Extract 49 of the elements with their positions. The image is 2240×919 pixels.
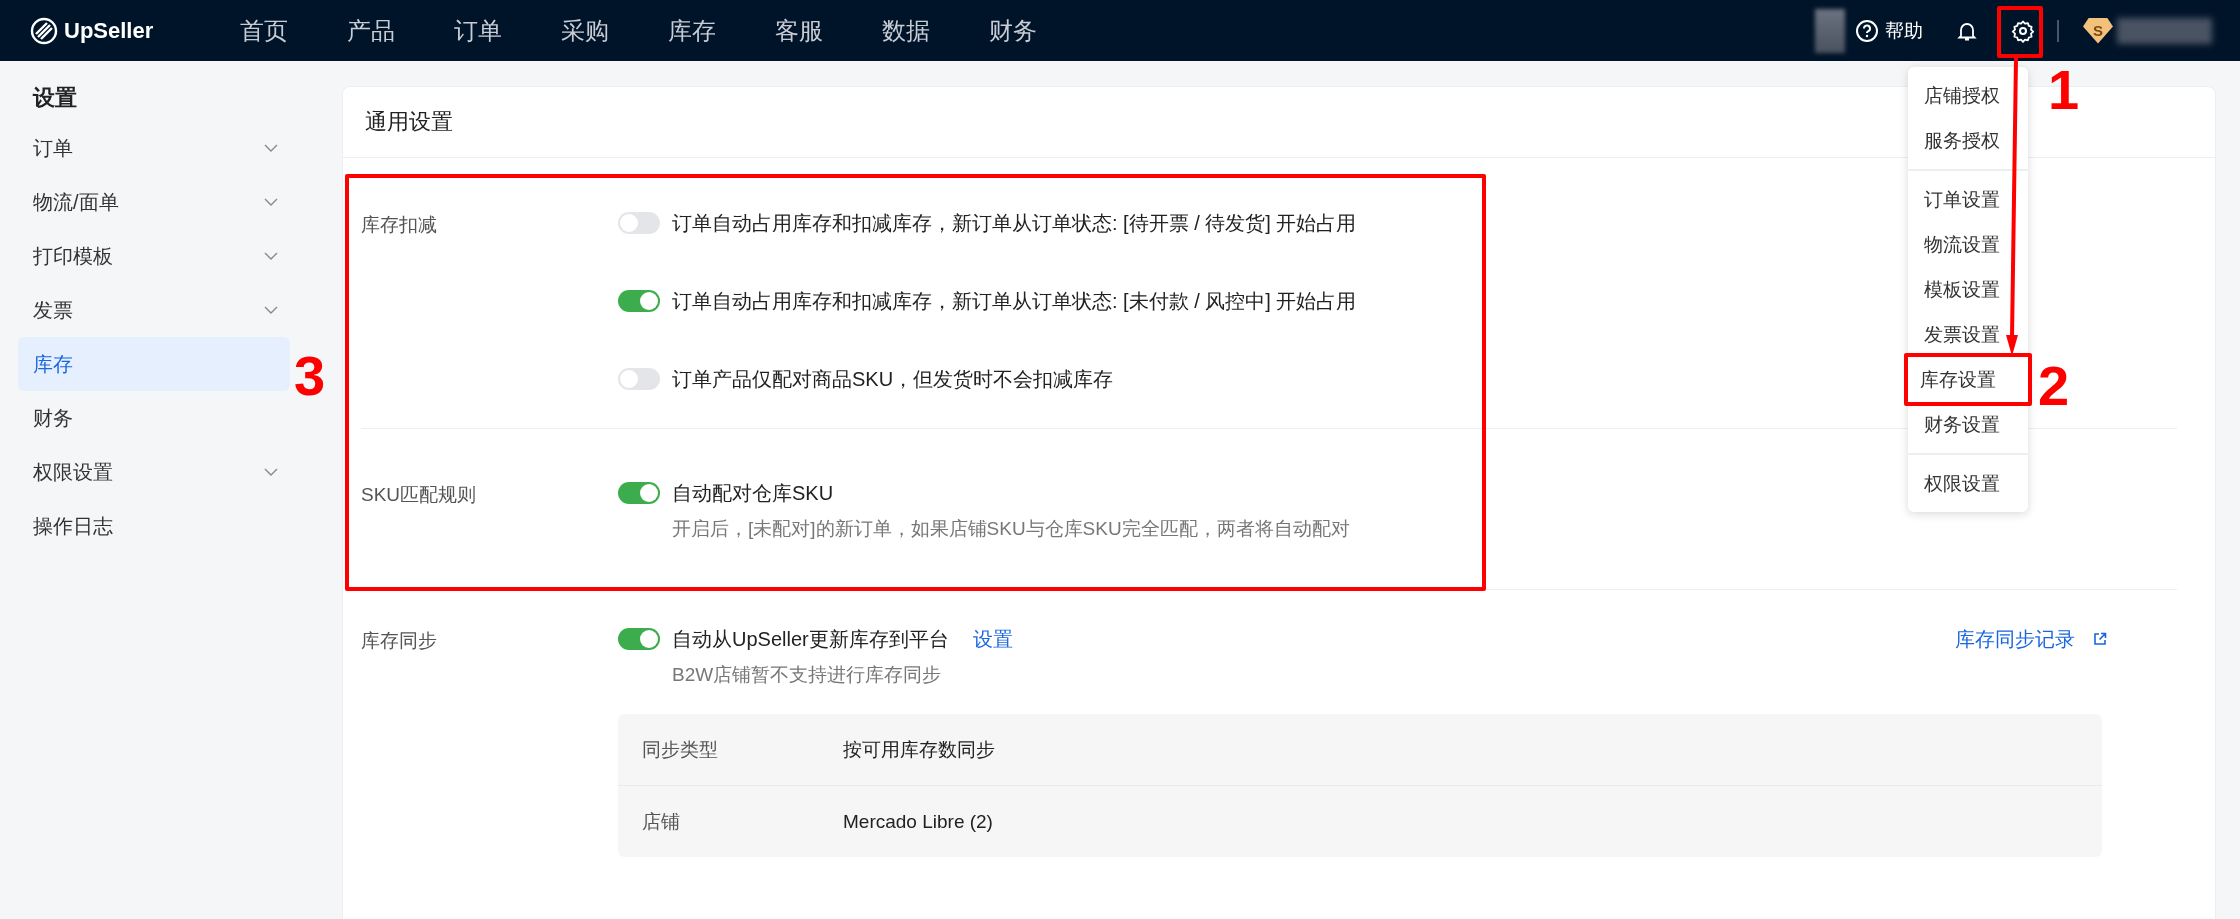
menu-item[interactable]: 模板设置 <box>1908 267 2028 312</box>
step-number: 3 <box>294 348 326 404</box>
sidebar-item[interactable]: 物流/面单 <box>18 175 290 229</box>
step-number: 1 <box>2048 62 2080 118</box>
option-label: 订单自动占用库存和扣减库存，新订单从订单状态: [未付款 / 风控中] 开始占用 <box>672 288 1357 314</box>
nav-tab[interactable]: 首页 <box>240 14 288 47</box>
settings-link[interactable]: 设置 <box>972 625 1013 653</box>
help-link[interactable]: 帮助 <box>1855 17 1923 44</box>
menu-item[interactable]: 物流设置 <box>1908 222 2028 267</box>
menu-item[interactable]: 店铺授权 <box>1908 73 2028 118</box>
sidebar-item[interactable]: 发票 <box>18 283 290 337</box>
nav-tab[interactable]: 财务 <box>989 14 1037 47</box>
sidebar-title: 设置 <box>31 84 78 112</box>
logo-text[interactable]: UpSeller <box>64 17 154 44</box>
section-label: 库存扣减 <box>361 213 438 237</box>
option-label: 自动从UpSeller更新库存到平台 <box>672 626 949 652</box>
nav-tab[interactable]: 客服 <box>775 14 823 47</box>
sync-record-link[interactable]: 库存同步记录 <box>1955 625 2075 653</box>
nav-tab[interactable]: 采购 <box>561 14 609 47</box>
menu-item[interactable]: 财务设置 <box>1908 402 2028 447</box>
option-label: 订单自动占用库存和扣减库存，新订单从订单状态: [待开票 / 待发货] 开始占用 <box>672 210 1357 236</box>
card-title: 通用设置 <box>365 108 453 136</box>
section-label: 库存同步 <box>361 629 438 653</box>
sidebar-item[interactable]: 操作日志 <box>18 499 290 553</box>
vip-badge: S <box>2083 17 2113 44</box>
menu-item[interactable]: 权限设置 <box>1908 461 2028 506</box>
sidebar-item[interactable]: 库存 <box>18 337 290 391</box>
table-cell-text: 按可用库存数同步 <box>843 737 995 762</box>
nav-tab[interactable]: 订单 <box>454 14 502 47</box>
menu-item[interactable]: 发票设置 <box>1908 312 2028 357</box>
sidebar-item[interactable]: 订单 <box>18 121 290 175</box>
nav-tab[interactable]: 产品 <box>347 14 395 47</box>
sidebar-item[interactable]: 财务 <box>18 391 290 445</box>
menu-item[interactable]: 库存设置 <box>1908 357 2028 402</box>
menu-item[interactable]: 服务授权 <box>1908 118 2028 163</box>
option-description: 开启后，[未配对]的新订单，如果店铺SKU与仓库SKU完全匹配，两者将自动配对 <box>671 517 1351 541</box>
table-cell: Mercado Libre (2) <box>843 810 993 833</box>
sidebar-item[interactable]: 权限设置 <box>18 445 290 499</box>
menu-item[interactable]: 订单设置 <box>1908 177 2028 222</box>
option-label: 订单产品仅配对商品SKU，但发货时不会扣减库存 <box>672 366 1114 392</box>
table-cell-text: 店铺 <box>642 809 681 834</box>
section-label: SKU匹配规则 <box>361 483 478 507</box>
option-label: 自动配对仓库SKU <box>672 480 834 506</box>
nav-tab[interactable]: 库存 <box>668 14 716 47</box>
nav-tab[interactable]: 数据 <box>882 14 930 47</box>
option-description: B2W店铺暂不支持进行库存同步 <box>671 663 943 687</box>
table-cell-text: 同步类型 <box>642 737 719 762</box>
step-number: 2 <box>2038 358 2070 414</box>
sidebar-item[interactable]: 打印模板 <box>18 229 290 283</box>
